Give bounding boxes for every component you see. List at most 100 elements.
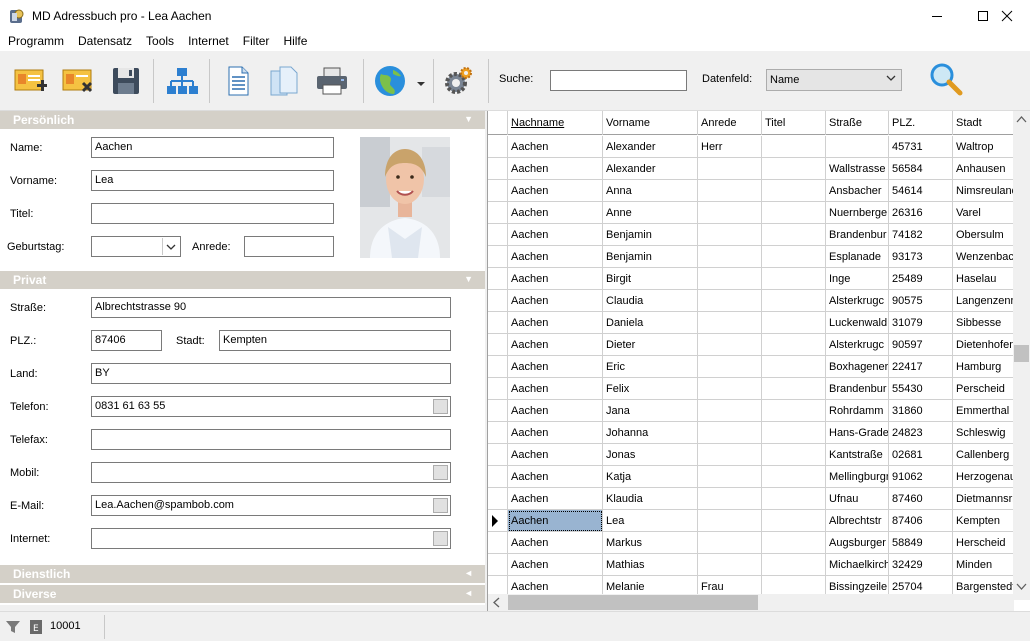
table-cell-nachname[interactable]: Aachen <box>508 180 603 202</box>
table-cell-titel[interactable] <box>762 224 826 246</box>
search-input[interactable] <box>550 70 687 91</box>
row-header[interactable] <box>488 268 508 290</box>
row-header[interactable] <box>488 180 508 202</box>
row-header[interactable] <box>488 158 508 180</box>
row-header[interactable] <box>488 400 508 422</box>
table-cell-anrede[interactable] <box>698 268 762 290</box>
table-row[interactable]: Aachen Dieter Alsterkrugc 90597 Dietenhofen <box>488 334 1030 356</box>
table-row[interactable]: Aachen Markus Augsburger 58849 Herscheid <box>488 532 1030 554</box>
column-header-vorname[interactable]: Vorname <box>603 111 698 135</box>
table-cell-vorname[interactable]: Anna <box>603 180 698 202</box>
table-cell-vorname[interactable]: Jana <box>603 400 698 422</box>
table-cell-titel[interactable] <box>762 180 826 202</box>
table-row[interactable]: Aachen Benjamin Esplanade 93173 Wenzenbach <box>488 246 1030 268</box>
table-row[interactable]: Aachen Eric Boxhagener 22417 Hamburg <box>488 356 1030 378</box>
table-cell-plz[interactable]: 90597 <box>889 334 953 356</box>
table-cell-plz[interactable]: 58849 <box>889 532 953 554</box>
table-cell-anrede[interactable] <box>698 334 762 356</box>
table-row[interactable]: Aachen Felix Brandenbur 55430 Perscheid <box>488 378 1030 400</box>
table-cell-plz[interactable]: 93173 <box>889 246 953 268</box>
table-cell-plz[interactable]: 74182 <box>889 224 953 246</box>
table-cell-plz[interactable]: 32429 <box>889 554 953 576</box>
table-cell-anrede[interactable] <box>698 554 762 576</box>
table-cell-anrede[interactable] <box>698 202 762 224</box>
table-cell-titel[interactable] <box>762 400 826 422</box>
table-cell-titel[interactable] <box>762 268 826 290</box>
table-row[interactable]: Aachen Benjamin Brandenbur 74182 Obersulm <box>488 224 1030 246</box>
table-cell-nachname[interactable]: Aachen <box>508 554 603 576</box>
table-cell-vorname[interactable]: Felix <box>603 378 698 400</box>
menu-hilfe[interactable]: Hilfe <box>283 34 307 48</box>
document-button[interactable] <box>220 63 256 99</box>
internet-field[interactable] <box>91 528 451 549</box>
table-cell-plz[interactable]: 31860 <box>889 400 953 422</box>
plz-field[interactable]: 87406 <box>91 330 162 351</box>
table-cell-anrede[interactable]: Herr <box>698 136 762 158</box>
table-cell-nachname[interactable]: Aachen <box>508 532 603 554</box>
print-button[interactable] <box>314 63 350 99</box>
row-header[interactable] <box>488 510 508 532</box>
table-cell-nachname[interactable]: Aachen <box>508 246 603 268</box>
section-privat-header[interactable]: Privat ▼ <box>0 271 485 289</box>
table-cell-titel[interactable] <box>762 532 826 554</box>
table-row[interactable]: Aachen Alexander Herr 45731 Waltrop <box>488 136 1030 158</box>
table-cell-anrede[interactable] <box>698 532 762 554</box>
row-header[interactable] <box>488 202 508 224</box>
column-header-titel[interactable]: Titel <box>762 111 826 135</box>
section-dienstlich-header[interactable]: Dienstlich ◄ <box>0 565 485 583</box>
table-cell-nachname[interactable]: Aachen <box>508 158 603 180</box>
table-cell-anrede[interactable] <box>698 312 762 334</box>
minimize-button[interactable] <box>914 0 960 31</box>
settings-button[interactable] <box>440 63 476 99</box>
table-cell-titel[interactable] <box>762 312 826 334</box>
table-cell-plz[interactable]: 56584 <box>889 158 953 180</box>
close-button[interactable] <box>984 0 1030 31</box>
table-cell-vorname[interactable]: Alexander <box>603 158 698 180</box>
table-cell-strasse[interactable]: Alsterkrugc <box>826 290 889 312</box>
table-cell-plz[interactable]: 87460 <box>889 488 953 510</box>
contact-photo[interactable] <box>360 137 450 258</box>
row-header[interactable] <box>488 312 508 334</box>
table-row[interactable]: Aachen Claudia Alsterkrugc 90575 Langenzenn <box>488 290 1030 312</box>
table-cell-strasse[interactable]: Michaelkirch <box>826 554 889 576</box>
table-cell-plz[interactable]: 54614 <box>889 180 953 202</box>
open-website-button[interactable] <box>433 531 448 546</box>
table-cell-anrede[interactable] <box>698 356 762 378</box>
search-button[interactable] <box>928 61 964 97</box>
table-cell-strasse[interactable]: Brandenbur <box>826 224 889 246</box>
table-cell-plz[interactable]: 87406 <box>889 510 953 532</box>
table-cell-titel[interactable] <box>762 444 826 466</box>
dial-mobile-button[interactable] <box>433 465 448 480</box>
table-cell-titel[interactable] <box>762 378 826 400</box>
table-cell-strasse[interactable]: Brandenbur <box>826 378 889 400</box>
table-cell-anrede[interactable] <box>698 290 762 312</box>
address-grid[interactable]: Nachname Vorname Anrede Titel Straße PLZ. Stad… <box>487 111 1030 611</box>
table-cell-vorname[interactable]: Markus <box>603 532 698 554</box>
table-cell-strasse[interactable]: Albrechtstr <box>826 510 889 532</box>
table-cell-nachname[interactable]: Aachen <box>508 136 603 158</box>
table-row[interactable]: Aachen Birgit Inge 25489 Haselau <box>488 268 1030 290</box>
delete-record-button[interactable] <box>60 63 96 99</box>
row-header[interactable] <box>488 466 508 488</box>
anrede-field[interactable] <box>244 236 334 257</box>
table-cell-strasse[interactable]: Alsterkrugc <box>826 334 889 356</box>
table-cell-nachname[interactable]: Aachen <box>508 488 603 510</box>
table-cell-anrede[interactable] <box>698 510 762 532</box>
table-cell-vorname[interactable]: Dieter <box>603 334 698 356</box>
table-row[interactable]: Aachen Jana Rohrdamm 31860 Emmerthal <box>488 400 1030 422</box>
horizontal-scrollbar[interactable] <box>488 594 1014 611</box>
table-cell-titel[interactable] <box>762 334 826 356</box>
table-row[interactable]: Aachen Lea Albrechtstr 87406 Kempten <box>488 510 1030 532</box>
table-cell-strasse[interactable]: Nuernberge <box>826 202 889 224</box>
table-cell-plz[interactable]: 24823 <box>889 422 953 444</box>
name-field[interactable]: Aachen <box>91 137 334 158</box>
table-cell-nachname[interactable]: Aachen <box>508 334 603 356</box>
table-row[interactable]: Aachen Klaudia Ufnau 87460 Dietmannsried <box>488 488 1030 510</box>
menu-internet[interactable]: Internet <box>188 34 229 48</box>
table-cell-anrede[interactable] <box>698 158 762 180</box>
telefax-field[interactable] <box>91 429 451 450</box>
vorname-field[interactable]: Lea <box>91 170 334 191</box>
row-header[interactable] <box>488 378 508 400</box>
land-field[interactable]: BY <box>91 363 451 384</box>
table-cell-vorname[interactable]: Benjamin <box>603 246 698 268</box>
